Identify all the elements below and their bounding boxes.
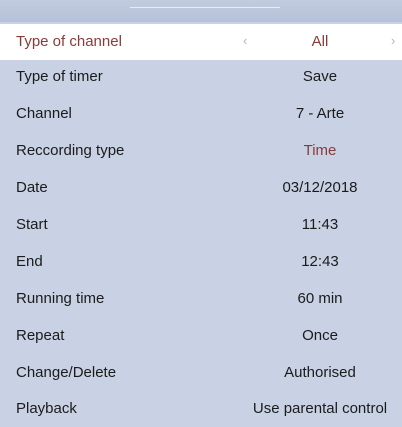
row-change-delete[interactable]: Change/Delete Authorised [0, 355, 402, 391]
row-playback[interactable]: Playback Use parental control [0, 391, 402, 427]
row-value: Once [302, 327, 338, 344]
row-type-of-timer[interactable]: Type of timer Save [0, 59, 402, 95]
chevron-right-icon[interactable]: › [391, 33, 395, 48]
row-end[interactable]: End 12:43 [0, 244, 402, 280]
row-label: Type of timer [16, 68, 103, 85]
row-repeat[interactable]: Repeat Once [0, 318, 402, 354]
row-label: End [16, 253, 43, 270]
row-type-of-channel[interactable]: Type of channel ‹ All › [0, 24, 402, 60]
row-value: Time [303, 142, 337, 159]
row-value: Use parental control [252, 400, 388, 417]
top-bar-highlight [130, 7, 280, 8]
row-label: Start [16, 216, 48, 233]
row-start[interactable]: Start 11:43 [0, 207, 402, 243]
row-label: Change/Delete [16, 364, 117, 381]
row-label: Playback [16, 400, 77, 417]
row-value-selector[interactable]: All [252, 33, 388, 50]
row-value: 60 min [297, 290, 343, 307]
row-value: 12:43 [301, 253, 339, 270]
row-value: Authorised [284, 364, 356, 381]
row-recording-type[interactable]: Reccording type Time [0, 133, 402, 169]
row-label: Running time [16, 290, 105, 307]
row-label: Reccording type [16, 142, 125, 159]
top-bar [0, 0, 402, 22]
row-value: 7 - Arte [295, 105, 345, 122]
chevron-left-icon[interactable]: ‹ [243, 33, 247, 48]
row-date[interactable]: Date 03/12/2018 [0, 170, 402, 206]
row-label: Channel [16, 105, 72, 122]
row-label: Type of channel [16, 33, 122, 50]
timer-settings-panel: Type of channel ‹ All › Type of timer Sa… [0, 22, 402, 427]
row-value: 11:43 [301, 216, 339, 233]
row-label: Date [16, 179, 48, 196]
row-channel[interactable]: Channel 7 - Arte [0, 96, 402, 132]
row-label: Repeat [16, 327, 65, 344]
row-value: 03/12/2018 [282, 179, 358, 196]
row-running-time[interactable]: Running time 60 min [0, 281, 402, 317]
row-value: Save [302, 68, 338, 85]
